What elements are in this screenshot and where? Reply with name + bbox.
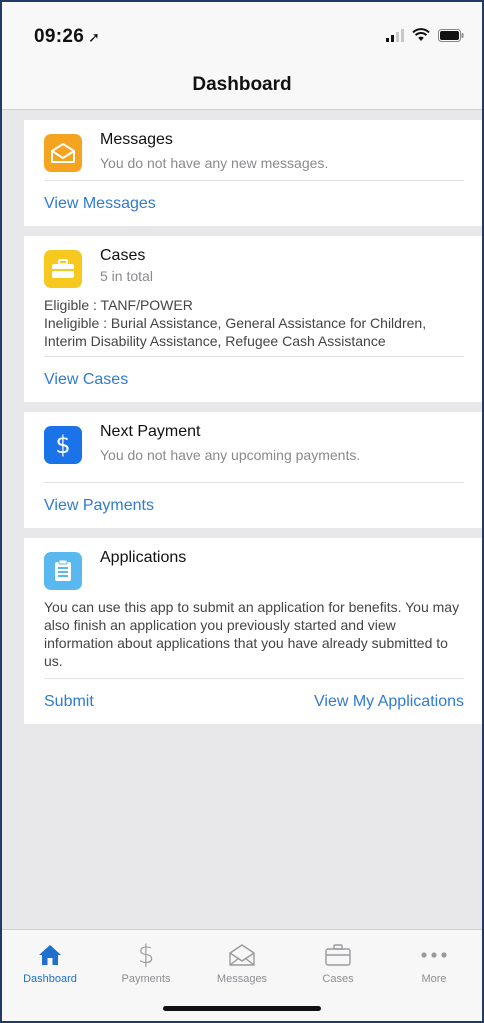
status-time: 09:26 ➚ [34, 26, 100, 48]
messages-card-footer: View Messages [44, 180, 464, 226]
applications-card-body: You can use this app to submit an applic… [44, 599, 460, 669]
messages-card-subtitle: You do not have any new messages. [100, 155, 329, 171]
tab-more[interactable]: More [386, 930, 482, 990]
home-icon [37, 940, 63, 970]
envelope-icon [228, 940, 256, 970]
more-dots-icon [420, 940, 448, 970]
payment-card-footer: View Payments [44, 482, 464, 528]
cellular-signal-icon [386, 28, 404, 42]
tab-label: Dashboard [23, 973, 77, 985]
battery-icon [438, 29, 464, 42]
dollar-icon: $ [44, 426, 82, 464]
envelope-icon [44, 134, 82, 172]
cases-card-title: Cases [100, 247, 146, 264]
dollar-icon: $ [137, 940, 155, 970]
messages-card-title: Messages [100, 131, 173, 148]
page-title: Dashboard [192, 74, 292, 95]
submit-application-link[interactable]: Submit [44, 693, 94, 711]
messages-card: Messages You do not have any new message… [24, 120, 482, 226]
applications-card-header: Applications [24, 538, 482, 598]
tab-list: Dashboard $ Payments Messages Cases More [2, 930, 482, 990]
view-payments-link[interactable]: View Payments [44, 497, 154, 515]
tab-label: Cases [322, 973, 354, 985]
cases-card-subtitle: 5 in total [100, 268, 153, 284]
clipboard-icon [44, 552, 82, 590]
briefcase-icon [324, 940, 352, 970]
ineligible-text: Ineligible : Burial Assistance, General … [44, 315, 427, 349]
app-frame: 09:26 ➚ Dashboard Messages You do not ha… [0, 0, 484, 1023]
tab-messages[interactable]: Messages [194, 930, 290, 990]
cases-card-body: Eligible : TANF/POWER Ineligible : Buria… [24, 296, 482, 356]
tab-cases[interactable]: Cases [290, 930, 386, 990]
applications-card-title: Applications [100, 549, 187, 566]
home-indicator [163, 1006, 321, 1011]
view-my-applications-link[interactable]: View My Applications [314, 693, 464, 711]
tab-dashboard[interactable]: Dashboard [2, 930, 98, 990]
tab-payments[interactable]: $ Payments [98, 930, 194, 990]
cases-card: Cases 5 in total Eligible : TANF/POWER I… [24, 236, 482, 402]
tab-label: Messages [216, 973, 268, 985]
wifi-icon [412, 28, 430, 41]
tab-label: Payments [121, 973, 171, 985]
payment-card-subtitle: You do not have any upcoming payments. [100, 447, 361, 463]
status-icons [386, 28, 464, 42]
cases-card-header: Cases 5 in total [24, 236, 482, 296]
tab-bar: Dashboard $ Payments Messages Cases More [2, 929, 482, 1021]
briefcase-icon [44, 250, 82, 288]
applications-card-footer: Submit View My Applications [44, 678, 464, 724]
payment-card-header: $ Next Payment You do not have any upcom… [24, 412, 482, 482]
navigation-bar: Dashboard [2, 66, 482, 110]
tab-label: More [421, 973, 447, 985]
location-arrow-icon: ➚ [88, 29, 101, 45]
clock-text: 09:26 [34, 26, 85, 47]
applications-card: Applications You can use this app to sub… [24, 538, 482, 724]
cases-card-footer: View Cases [44, 356, 464, 402]
payment-card-title: Next Payment [100, 423, 201, 440]
view-cases-link[interactable]: View Cases [44, 371, 128, 389]
eligible-text: Eligible : TANF/POWER [44, 297, 193, 313]
payment-card: $ Next Payment You do not have any upcom… [24, 412, 482, 528]
dashboard-content: Messages You do not have any new message… [24, 120, 482, 734]
status-bar: 09:26 ➚ [2, 2, 482, 66]
view-messages-link[interactable]: View Messages [44, 195, 156, 213]
messages-card-header: Messages You do not have any new message… [24, 120, 482, 180]
